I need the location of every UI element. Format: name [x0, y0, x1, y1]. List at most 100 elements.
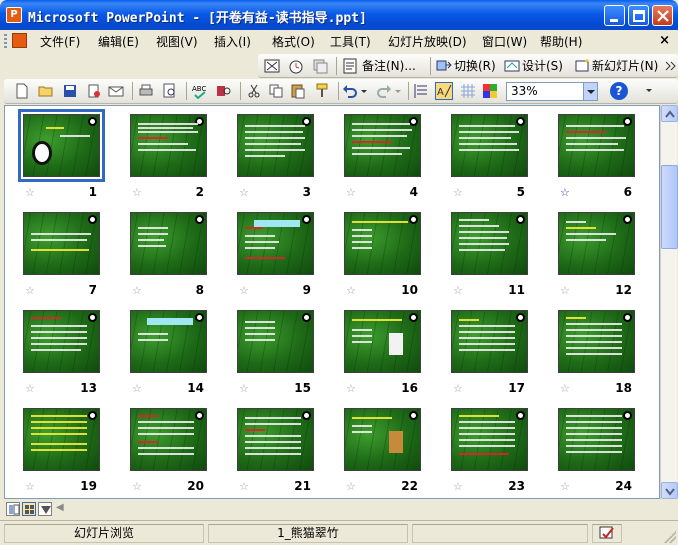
- slide-thumbnail-7[interactable]: ☆ 7: [23, 212, 130, 309]
- slide-transition-star-icon[interactable]: ☆: [25, 284, 35, 297]
- speaker-notes-icon[interactable]: [342, 58, 358, 74]
- slide-thumbnail-1[interactable]: ☆ 1: [18, 109, 130, 211]
- slide-thumbnail-4[interactable]: ☆ 4: [344, 114, 451, 211]
- slide-preview[interactable]: [23, 212, 100, 275]
- zoom-dropdown-arrow-icon[interactable]: [583, 83, 597, 100]
- menu-file[interactable]: 文件(F): [40, 33, 80, 50]
- slide-transition-star-icon[interactable]: ☆: [453, 480, 463, 493]
- slide-transition-star-icon[interactable]: ☆: [132, 284, 142, 297]
- scroll-left-icon[interactable]: ◀: [56, 502, 64, 513]
- slide-preview[interactable]: [237, 310, 314, 373]
- expand-all-icon[interactable]: [414, 83, 430, 99]
- powerpoint-app-icon[interactable]: P: [6, 7, 22, 23]
- slide-sorter-view-button[interactable]: [22, 502, 36, 516]
- slide-preview[interactable]: [23, 310, 100, 373]
- slide-thumbnail-17[interactable]: ☆ 17: [451, 310, 558, 407]
- normal-view-button[interactable]: [6, 502, 20, 516]
- menu-help[interactable]: 帮助(H): [540, 33, 582, 50]
- slide-thumbnail-13[interactable]: ☆ 13: [23, 310, 130, 407]
- slide-thumbnail-14[interactable]: ☆ 14: [130, 310, 237, 407]
- slide-transition-star-icon[interactable]: ☆: [132, 186, 142, 199]
- slideshow-view-button[interactable]: [38, 502, 52, 516]
- slide-preview[interactable]: [344, 114, 421, 177]
- slide-preview[interactable]: [451, 114, 528, 177]
- redo-dropdown-icon[interactable]: [394, 83, 402, 99]
- slide-preview[interactable]: [130, 310, 207, 373]
- menu-tools[interactable]: 工具(T): [330, 33, 371, 50]
- slide-thumbnail-23[interactable]: ☆ 23: [451, 408, 558, 498]
- undo-icon[interactable]: [342, 83, 358, 99]
- slide-transition-star-icon[interactable]: ☆: [25, 186, 35, 199]
- menu-slideshow[interactable]: 幻灯片放映(D): [388, 33, 467, 50]
- toolbar-options-icon[interactable]: [662, 58, 678, 74]
- scroll-down-button[interactable]: [661, 482, 678, 499]
- slide-preview[interactable]: [130, 408, 207, 471]
- slide-thumbnail-6[interactable]: ☆ 6: [558, 114, 659, 211]
- cut-icon[interactable]: [246, 83, 262, 99]
- slide-thumbnail-20[interactable]: ☆ 20: [130, 408, 237, 498]
- slide-thumbnail-3[interactable]: ☆ 3: [237, 114, 344, 211]
- new-slide-button[interactable]: 新幻灯片(N): [592, 57, 658, 74]
- slide-transition-star-icon[interactable]: ☆: [560, 186, 570, 199]
- document-icon[interactable]: [12, 33, 27, 48]
- email-icon[interactable]: [108, 83, 124, 99]
- slide-preview[interactable]: [237, 114, 314, 177]
- copy-icon[interactable]: [268, 83, 284, 99]
- slide-preview[interactable]: [344, 408, 421, 471]
- redo-icon[interactable]: [376, 83, 392, 99]
- slide-transition-star-icon[interactable]: ☆: [239, 480, 249, 493]
- slide-preview[interactable]: [130, 114, 207, 177]
- save-icon[interactable]: [62, 83, 78, 99]
- slide-transition-star-icon[interactable]: ☆: [453, 186, 463, 199]
- slide-preview[interactable]: [23, 408, 100, 471]
- slide-transition-star-icon[interactable]: ☆: [239, 382, 249, 395]
- slide-transition-star-icon[interactable]: ☆: [25, 382, 35, 395]
- slide-preview[interactable]: [451, 212, 528, 275]
- grid-icon[interactable]: [460, 83, 476, 99]
- slide-thumbnail-19[interactable]: ☆ 19: [23, 408, 130, 498]
- research-icon[interactable]: [216, 83, 232, 99]
- slide-preview[interactable]: [130, 212, 207, 275]
- transition-button[interactable]: 切换(R): [454, 57, 496, 74]
- slide-transition-star-icon[interactable]: ☆: [346, 382, 356, 395]
- spelling-icon[interactable]: ABC: [192, 83, 208, 99]
- resize-grip-icon[interactable]: [664, 531, 676, 543]
- slide-transition-star-icon[interactable]: ☆: [239, 284, 249, 297]
- slide-thumbnail-5[interactable]: ☆ 5: [451, 114, 558, 211]
- slide-transition-star-icon[interactable]: ☆: [132, 382, 142, 395]
- slide-preview[interactable]: [558, 310, 635, 373]
- slide-preview[interactable]: [558, 114, 635, 177]
- new-slide-icon[interactable]: [574, 58, 590, 74]
- slide-thumbnail-11[interactable]: ☆ 11: [451, 212, 558, 309]
- slide-thumbnail-10[interactable]: ☆ 10: [344, 212, 451, 309]
- slide-transition-star-icon[interactable]: ☆: [25, 480, 35, 493]
- scroll-thumb[interactable]: [661, 165, 678, 249]
- slide-thumbnail-8[interactable]: ☆ 8: [130, 212, 237, 309]
- scroll-up-button[interactable]: [661, 105, 678, 122]
- design-button[interactable]: 设计(S): [522, 57, 563, 74]
- design-icon[interactable]: [504, 58, 520, 74]
- format-painter-icon[interactable]: [314, 83, 330, 99]
- menu-grip[interactable]: [4, 34, 7, 48]
- slide-transition-star-icon[interactable]: ☆: [346, 186, 356, 199]
- maximize-button[interactable]: [628, 5, 649, 26]
- slide-preview[interactable]: [18, 109, 105, 182]
- slide-transition-star-icon[interactable]: ☆: [132, 480, 142, 493]
- slide-preview[interactable]: [344, 212, 421, 275]
- menu-edit[interactable]: 编辑(E): [98, 33, 139, 50]
- new-document-icon[interactable]: [14, 83, 30, 99]
- slide-transition-star-icon[interactable]: ☆: [560, 382, 570, 395]
- slide-transition-star-icon[interactable]: ☆: [560, 480, 570, 493]
- minimize-button[interactable]: [604, 5, 625, 26]
- slide-thumbnail-18[interactable]: ☆ 18: [558, 310, 659, 407]
- permission-icon[interactable]: [86, 83, 102, 99]
- rehearse-timings-icon[interactable]: [288, 58, 304, 74]
- slide-transition-star-icon[interactable]: ☆: [239, 186, 249, 199]
- show-formatting-icon[interactable]: A: [435, 82, 453, 100]
- toolbar-options-chevron-icon[interactable]: [644, 83, 654, 99]
- color-grayscale-icon[interactable]: [482, 83, 498, 99]
- zoom-select[interactable]: 33%: [506, 82, 598, 101]
- slide-preview[interactable]: [558, 212, 635, 275]
- slide-thumbnail-22[interactable]: ☆ 22: [344, 408, 451, 498]
- vertical-scrollbar[interactable]: [660, 105, 678, 499]
